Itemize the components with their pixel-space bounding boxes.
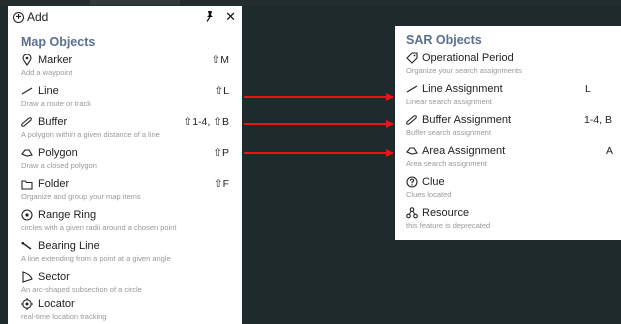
annotation-arrows <box>244 93 394 157</box>
